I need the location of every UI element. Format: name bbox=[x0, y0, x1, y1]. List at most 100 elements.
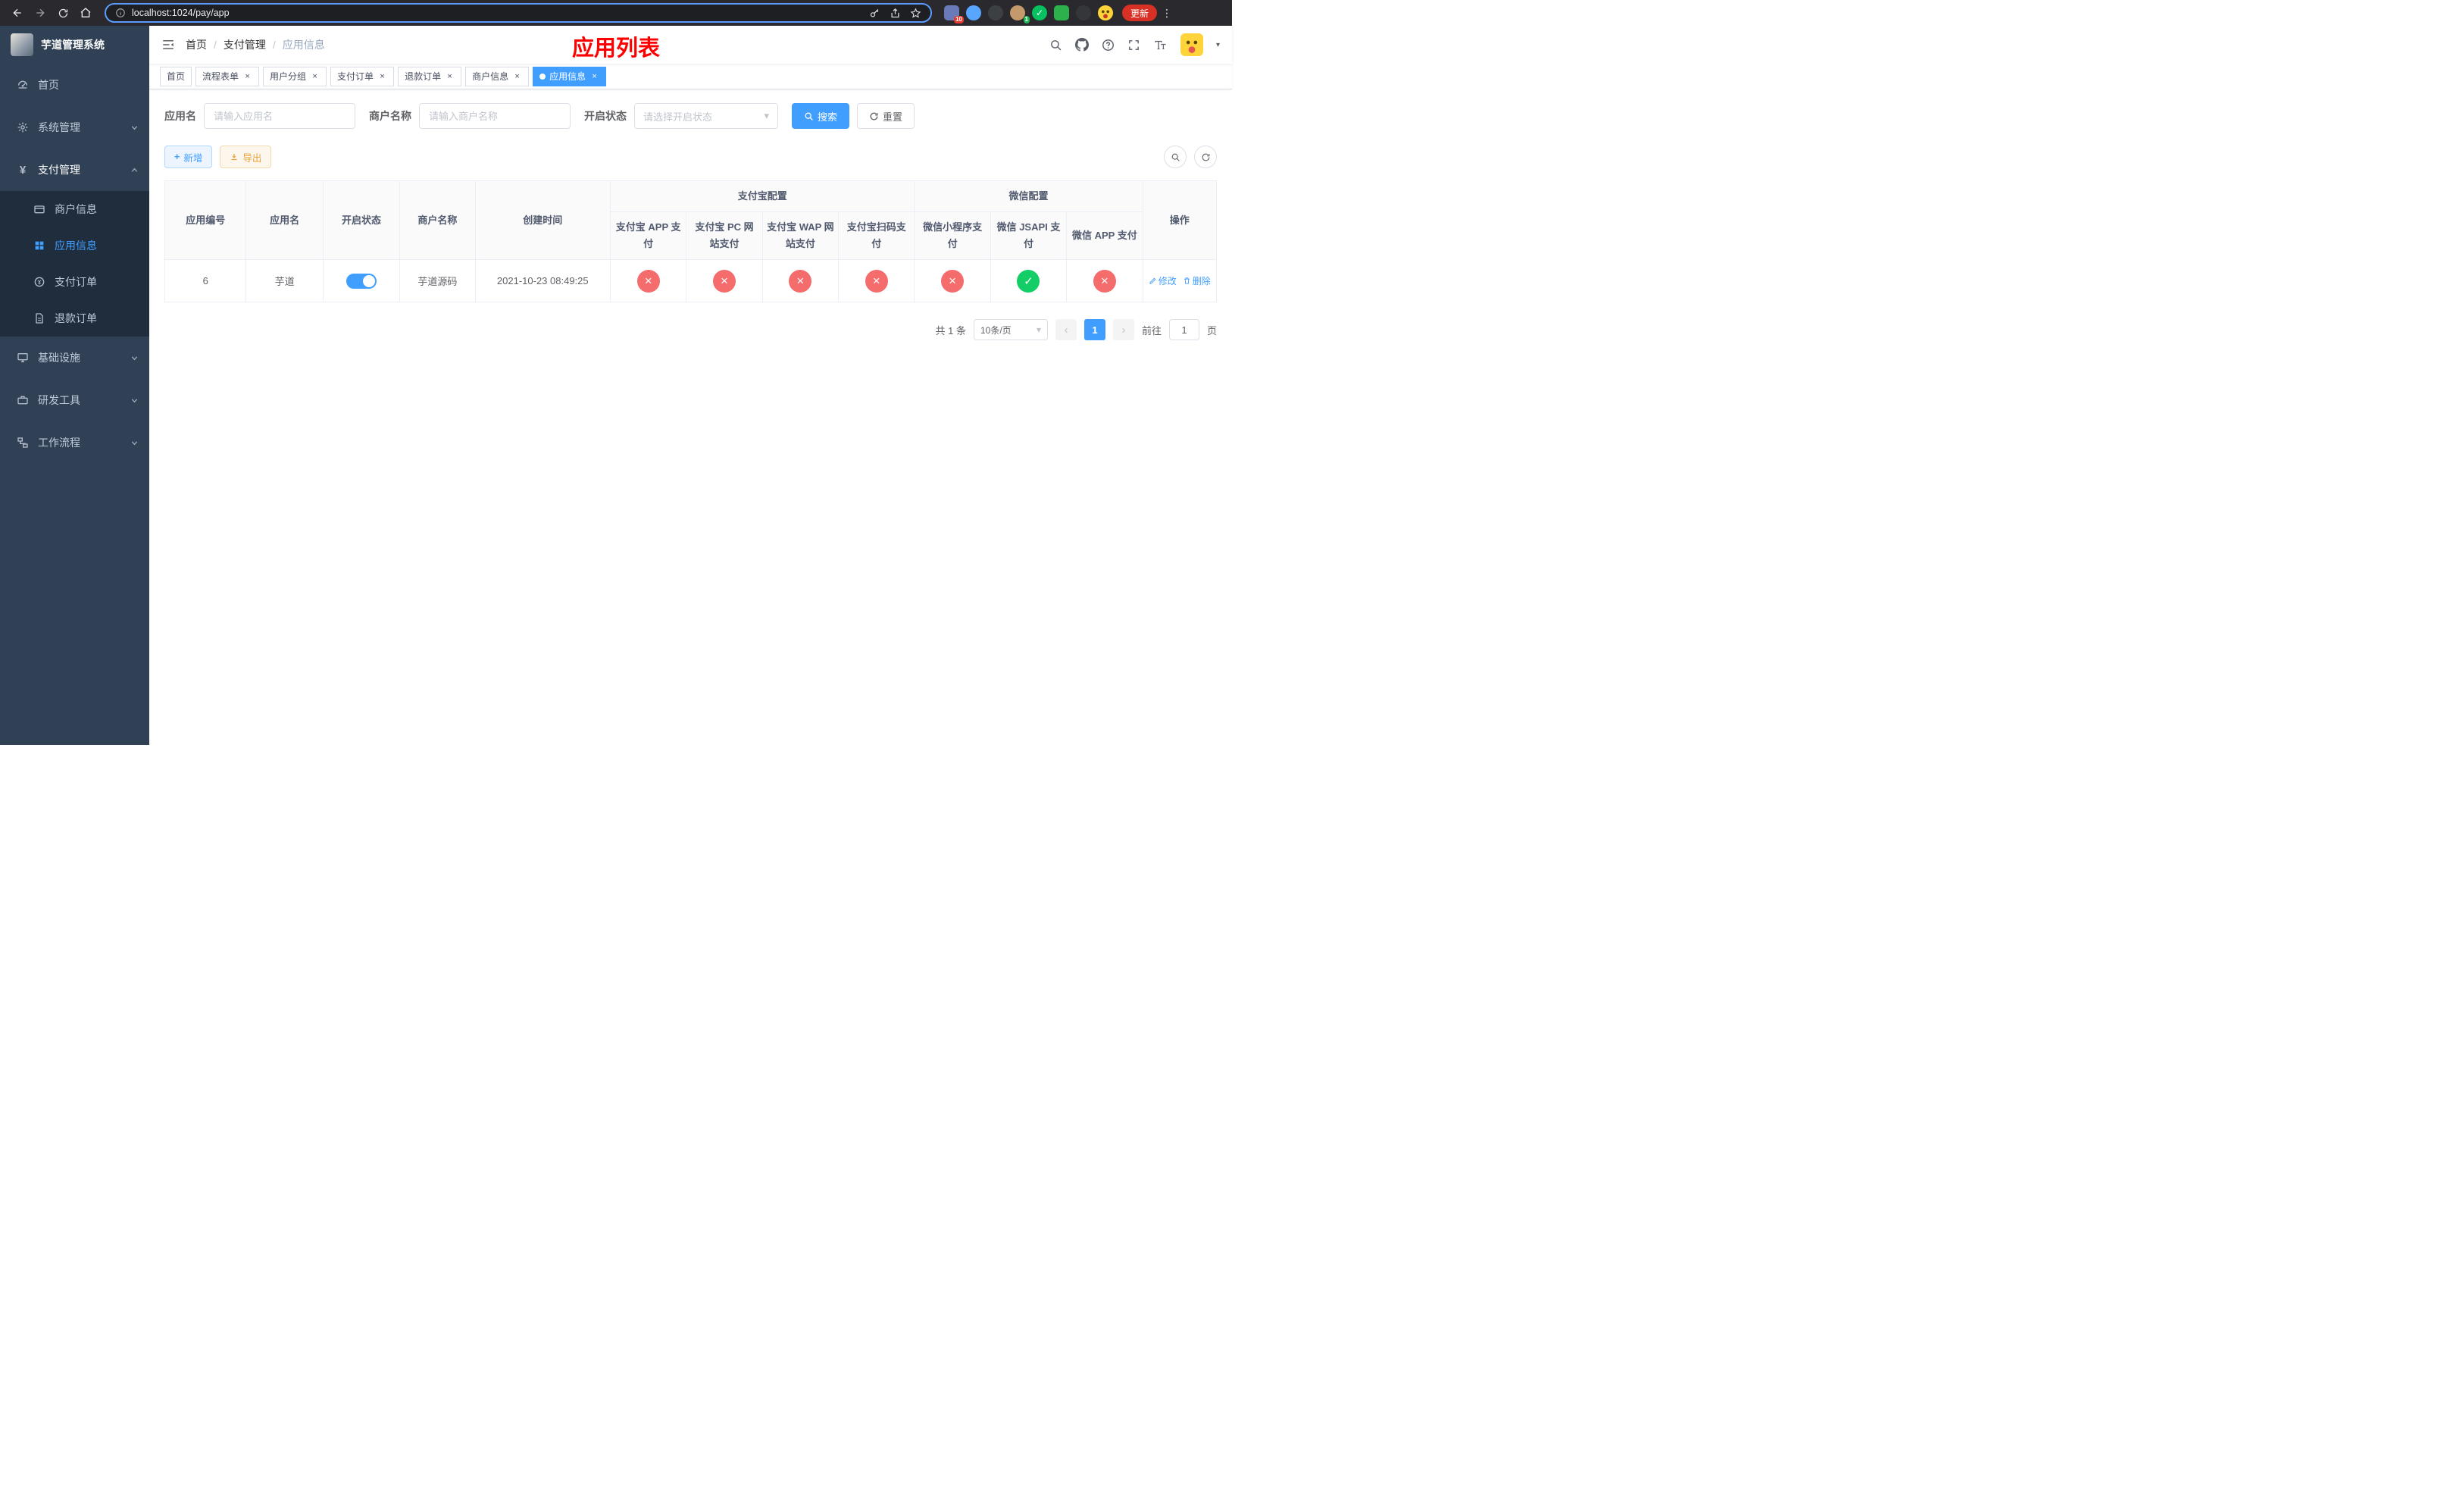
reload-button[interactable] bbox=[53, 3, 73, 23]
status-select[interactable]: 请选择开启状态 bbox=[634, 103, 778, 129]
sidebar-item-payment[interactable]: 支付管理 bbox=[0, 149, 149, 191]
browser-update-button[interactable]: 更新 bbox=[1122, 5, 1158, 21]
browser-menu-icon[interactable] bbox=[1160, 7, 1174, 20]
wechat-app-status-icon bbox=[1093, 269, 1116, 293]
sidebar-subitem-app[interactable]: 应用信息 bbox=[0, 227, 149, 264]
extension-icon[interactable]: 10 bbox=[944, 5, 964, 23]
sidebar-item-workflow[interactable]: 工作流程 bbox=[0, 421, 149, 464]
extension-icon[interactable] bbox=[1032, 5, 1047, 20]
extension-icon[interactable]: 1 bbox=[1010, 5, 1030, 23]
page-size-select[interactable]: 10条/页 bbox=[973, 319, 1048, 341]
font-size-icon[interactable] bbox=[1153, 39, 1168, 52]
tab-home[interactable]: 首页 bbox=[160, 66, 192, 86]
breadcrumb-payment[interactable]: 支付管理 bbox=[224, 37, 266, 52]
fullscreen-icon[interactable] bbox=[1127, 39, 1140, 52]
add-button[interactable]: 新增 bbox=[164, 146, 213, 168]
close-icon[interactable] bbox=[242, 71, 252, 81]
search-icon[interactable] bbox=[1049, 39, 1062, 52]
status-toggle[interactable] bbox=[346, 273, 377, 289]
close-icon[interactable] bbox=[377, 71, 387, 81]
reset-button[interactable]: 重置 bbox=[857, 103, 915, 129]
close-icon[interactable] bbox=[589, 71, 599, 81]
edit-link[interactable]: 修改 bbox=[1149, 274, 1177, 287]
breadcrumb-separator bbox=[273, 39, 276, 51]
col-app-id: 应用编号 bbox=[164, 180, 247, 261]
extension-icon[interactable] bbox=[1054, 5, 1069, 20]
share-icon[interactable] bbox=[890, 8, 901, 19]
toggle-search-button[interactable] bbox=[1164, 146, 1187, 168]
sidebar-logo-row[interactable]: 芋道管理系统 bbox=[0, 26, 149, 64]
gear-icon bbox=[17, 121, 29, 133]
github-icon[interactable] bbox=[1074, 38, 1089, 52]
extension-icon[interactable] bbox=[966, 5, 981, 20]
col-alipay-pc: 支付宝 PC 网站支付 bbox=[686, 211, 763, 261]
prev-page-button[interactable] bbox=[1055, 319, 1077, 341]
merchant-name-input[interactable] bbox=[419, 103, 571, 129]
home-button[interactable] bbox=[76, 3, 95, 23]
cell-app-id: 6 bbox=[164, 259, 247, 303]
cell-created: 2021-10-23 08:49:25 bbox=[474, 259, 611, 303]
refresh-table-button[interactable] bbox=[1194, 146, 1217, 168]
back-button[interactable] bbox=[8, 3, 27, 23]
tab-refund-order[interactable]: 退款订单 bbox=[398, 66, 462, 86]
extension-icon[interactable] bbox=[988, 5, 1003, 20]
sidebar-subitem-merchant[interactable]: 商户信息 bbox=[0, 191, 149, 227]
status-select-placeholder: 请选择开启状态 bbox=[643, 111, 713, 123]
table-row: 6 芋道 芋道源码 2021-10-23 08:49:25 × × × × × … bbox=[164, 259, 1218, 303]
close-icon[interactable] bbox=[512, 71, 522, 81]
tab-pay-order[interactable]: 支付订单 bbox=[330, 66, 395, 86]
navbar-actions bbox=[1049, 33, 1220, 56]
payment-submenu: 商户信息 应用信息 支付订单 退款订单 bbox=[0, 191, 149, 337]
sidebar-item-devtools[interactable]: 研发工具 bbox=[0, 379, 149, 421]
url-bar[interactable]: localhost:1024/pay/app bbox=[105, 3, 932, 23]
forward-button[interactable] bbox=[30, 3, 50, 23]
active-dot bbox=[539, 73, 546, 80]
merchant-name-label: 商户名称 bbox=[369, 110, 411, 122]
password-key-icon[interactable] bbox=[869, 8, 880, 19]
app-name-input[interactable] bbox=[204, 103, 355, 129]
sidebar-subitem-refund[interactable]: 退款订单 bbox=[0, 300, 149, 337]
extension-icon[interactable] bbox=[1076, 5, 1091, 20]
tags-view-bar: 首页 流程表单 用户分组 支付订单 退款订单 商户信息 应用信息 bbox=[149, 64, 1232, 89]
page-number-button[interactable]: 1 bbox=[1083, 319, 1105, 341]
status-label: 开启状态 bbox=[584, 110, 627, 122]
sidebar-item-system[interactable]: 系统管理 bbox=[0, 106, 149, 149]
chevron-up-icon bbox=[130, 166, 139, 174]
col-group-alipay: 支付宝配置 bbox=[609, 180, 915, 213]
user-avatar[interactable] bbox=[1180, 33, 1203, 56]
workflow-icon bbox=[17, 437, 29, 449]
help-icon[interactable] bbox=[1102, 39, 1115, 52]
sidebar-item-label: 首页 bbox=[38, 79, 59, 91]
sidebar-item-home[interactable]: 首页 bbox=[0, 64, 149, 106]
close-icon[interactable] bbox=[445, 71, 455, 81]
export-button[interactable]: 导出 bbox=[220, 146, 272, 168]
tab-merchant-info[interactable]: 商户信息 bbox=[465, 66, 530, 86]
chevron-down-icon bbox=[130, 439, 139, 447]
sidebar-item-label: 退款订单 bbox=[55, 312, 97, 324]
toolbox-icon bbox=[17, 394, 29, 406]
site-info-icon[interactable] bbox=[115, 8, 126, 18]
sidebar-item-label: 系统管理 bbox=[38, 121, 80, 133]
tab-app-info[interactable]: 应用信息 bbox=[533, 66, 607, 86]
chevron-down-icon bbox=[764, 110, 769, 122]
breadcrumb-home[interactable]: 首页 bbox=[186, 37, 207, 52]
tab-user-group[interactable]: 用户分组 bbox=[263, 66, 327, 86]
alipay-wap-status-icon bbox=[789, 269, 812, 293]
hamburger-icon[interactable] bbox=[161, 38, 175, 52]
next-page-button[interactable] bbox=[1112, 319, 1134, 341]
extension-icon[interactable] bbox=[1098, 5, 1113, 20]
delete-link[interactable]: 删除 bbox=[1183, 274, 1211, 287]
sidebar-item-infra[interactable]: 基础设施 bbox=[0, 337, 149, 379]
extension-badge: 10 bbox=[954, 16, 964, 23]
close-icon[interactable] bbox=[310, 71, 320, 81]
bookmark-star-icon[interactable] bbox=[910, 8, 921, 19]
sidebar-subitem-order[interactable]: 支付订单 bbox=[0, 264, 149, 300]
main-area: 首页 支付管理 应用信息 首页 流程表单 用户分组 支付订单 退款订单 bbox=[149, 26, 1232, 745]
tab-process-form[interactable]: 流程表单 bbox=[195, 66, 260, 86]
refresh-icon bbox=[869, 111, 879, 121]
avatar-caret-icon[interactable] bbox=[1216, 41, 1220, 49]
search-button[interactable]: 搜索 bbox=[792, 103, 850, 129]
pay-order-icon bbox=[33, 276, 45, 288]
grid-icon bbox=[33, 239, 45, 252]
goto-page-input[interactable] bbox=[1168, 319, 1199, 341]
